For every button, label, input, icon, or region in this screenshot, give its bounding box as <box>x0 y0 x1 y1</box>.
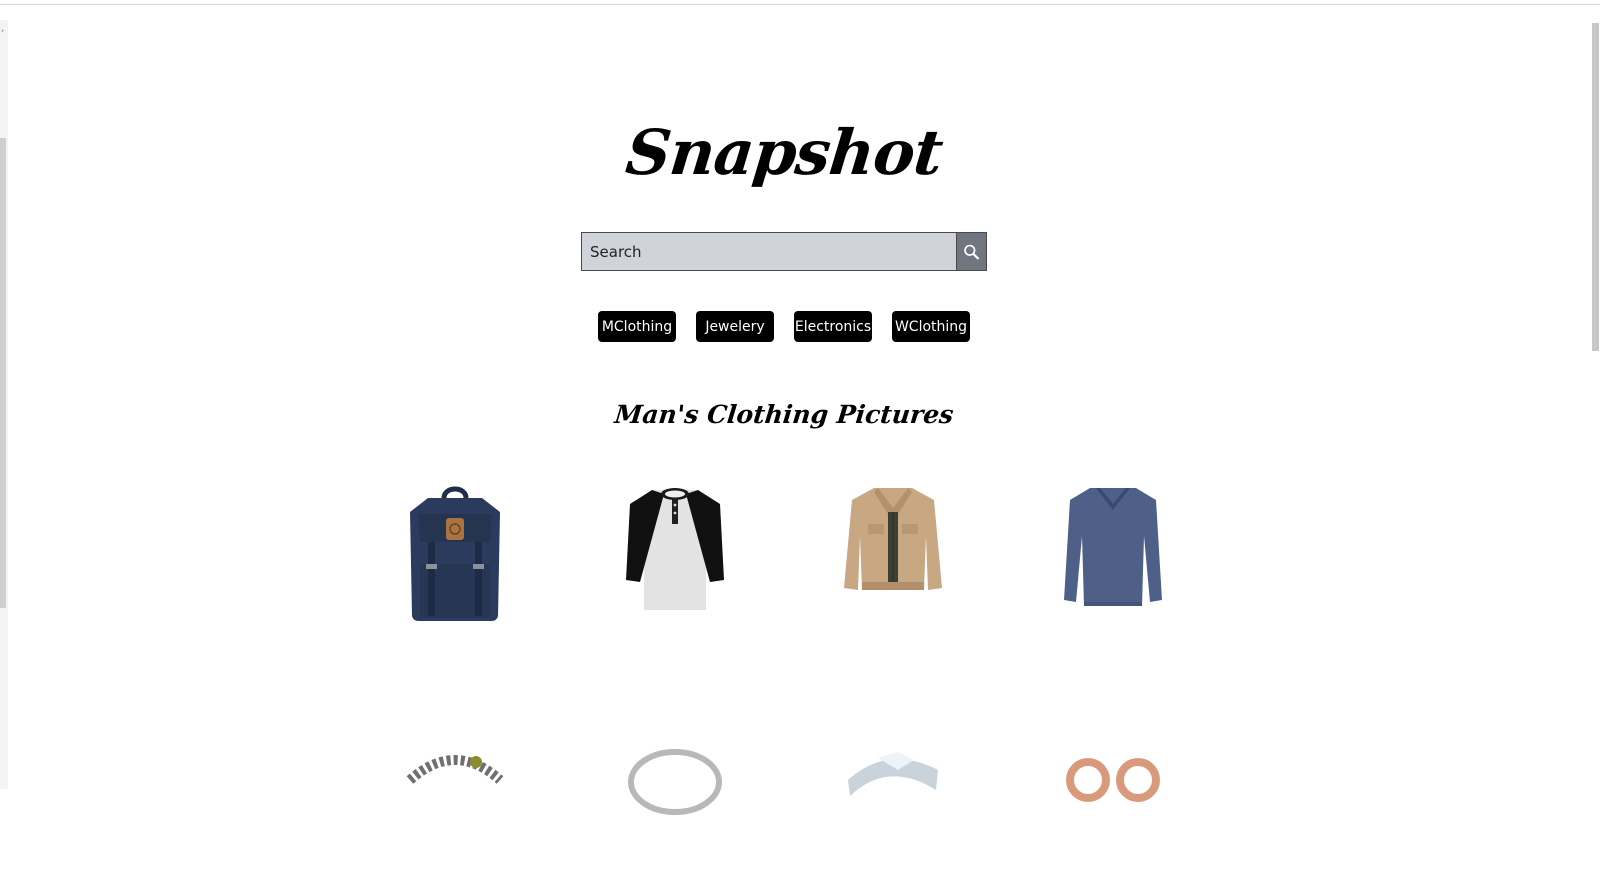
blue-long-sleeve-shirt-image <box>1064 488 1162 606</box>
vertical-scrollbar[interactable] <box>1567 5 1600 789</box>
gallery-item[interactable] <box>1038 740 1188 890</box>
gallery-item[interactable] <box>600 740 750 890</box>
gallery-item[interactable] <box>1038 478 1188 628</box>
category-button-wclothing[interactable]: WClothing <box>892 311 970 342</box>
raglan-henley-shirt-image <box>626 488 724 610</box>
browser-top-border <box>0 0 1600 5</box>
category-button-electronics[interactable]: Electronics <box>794 311 872 342</box>
scrollbar-thumb[interactable] <box>1592 23 1599 351</box>
search-form <box>581 232 987 271</box>
gallery-item[interactable] <box>818 478 968 628</box>
category-button-jewelery[interactable]: Jewelery <box>696 311 774 342</box>
backpack-image <box>410 486 500 621</box>
section-title: Man's Clothing Pictures <box>613 400 955 429</box>
category-button-mclothing[interactable]: MClothing <box>598 311 676 342</box>
app-logo: Snapshot <box>622 116 946 189</box>
left-scroll-thumb[interactable] <box>0 138 6 608</box>
search-button[interactable] <box>957 232 987 271</box>
gallery-item[interactable] <box>600 478 750 628</box>
gallery-item[interactable] <box>818 740 968 890</box>
dragon-bracelet-image <box>406 755 504 784</box>
search-input[interactable] <box>581 232 957 271</box>
gallery-item[interactable] <box>380 740 530 890</box>
tan-jacket-image <box>844 488 942 590</box>
search-icon <box>964 244 979 259</box>
edge-marker: ´ <box>0 30 5 40</box>
gallery-item[interactable] <box>380 478 530 628</box>
diamond-ring-image <box>848 752 938 796</box>
rose-gold-earrings-image <box>1066 758 1160 802</box>
silver-ring-image <box>628 749 722 815</box>
